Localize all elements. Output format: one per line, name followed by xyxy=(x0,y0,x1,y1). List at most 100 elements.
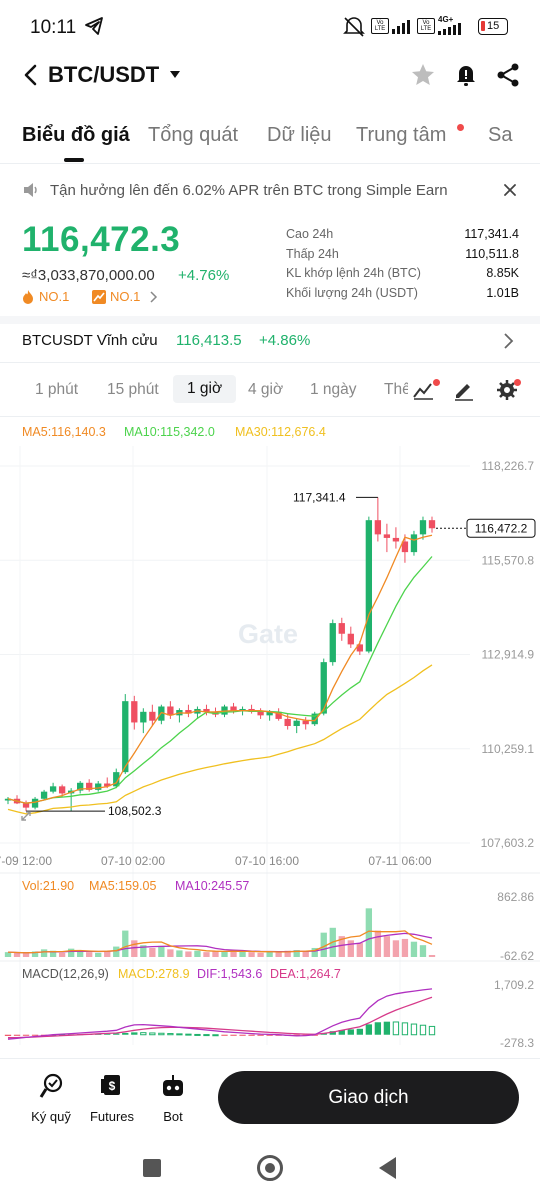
fiat-price: ≈₫3,033,870,000.00 xyxy=(22,267,155,284)
candle-body xyxy=(131,701,138,723)
macd-histogram-bar xyxy=(347,1029,354,1035)
chevron-right-icon[interactable] xyxy=(148,291,158,303)
futures-button[interactable]: $ Futures xyxy=(82,1073,142,1124)
tab-chart[interactable]: Biểu đồ giá xyxy=(22,124,130,147)
trade-button[interactable]: Giao dịch xyxy=(218,1071,519,1124)
back-arrow-icon[interactable] xyxy=(18,60,44,90)
candle-body xyxy=(383,534,391,538)
volume-bar xyxy=(40,949,48,957)
tab-center-badge xyxy=(457,124,464,131)
interval-1m[interactable]: 1 phút xyxy=(35,381,78,399)
volume-bar xyxy=(158,945,165,957)
macd-histogram-bar xyxy=(122,1032,129,1035)
macd-histogram-bar xyxy=(149,1032,156,1036)
volume-axis-label: -62.62 xyxy=(500,949,534,963)
rank-gain-badge[interactable]: NO.1 xyxy=(110,289,140,304)
volume-bar xyxy=(383,936,391,957)
macd-histogram-bar xyxy=(230,1034,237,1036)
bot-button[interactable]: Bot xyxy=(143,1073,203,1124)
macd-histogram-bar xyxy=(167,1033,174,1036)
chevron-down-icon[interactable] xyxy=(169,70,181,80)
volume-bar xyxy=(95,952,102,957)
perpetual-row[interactable]: BTCUSDT Vĩnh cửu 116,413.5 +4.86% xyxy=(0,324,540,362)
tab-more[interactable]: Sa xyxy=(488,124,540,147)
volume-bar xyxy=(221,951,228,957)
status-bar: 10:11 Vo LTE Vo LTE 4G+ 15 xyxy=(0,0,540,56)
tab-data[interactable]: Dữ liệu xyxy=(267,124,332,147)
back-button[interactable] xyxy=(379,1157,396,1179)
volume-bar xyxy=(149,947,156,957)
volume-bar xyxy=(248,952,255,957)
tab-overview[interactable]: Tổng quát xyxy=(148,124,238,147)
candle-body xyxy=(95,783,102,790)
candle-body xyxy=(365,520,373,652)
pair-title[interactable]: BTC/USDT xyxy=(48,62,159,88)
stat-value: 1.01B xyxy=(486,286,519,300)
macd-histogram-bar xyxy=(131,1032,138,1035)
indicator-icon[interactable] xyxy=(411,378,435,402)
volume-bar xyxy=(104,951,111,957)
price-axis-label: 110,259.1 xyxy=(482,742,535,756)
draw-pencil-icon[interactable] xyxy=(452,378,476,402)
chevron-right-icon[interactable] xyxy=(501,332,515,350)
recent-apps-button[interactable] xyxy=(143,1159,161,1177)
perpetual-price: 116,413.5 xyxy=(176,332,242,349)
last-price: 116,472.3 xyxy=(22,220,181,259)
stat-value: 117,341.4 xyxy=(464,227,519,241)
battery-text: 15 xyxy=(487,20,500,32)
candle-body xyxy=(428,520,436,529)
macd-histogram-bar xyxy=(185,1033,192,1036)
margin-button[interactable]: Ký quỹ xyxy=(21,1073,81,1124)
indicator-badge xyxy=(433,379,440,386)
tab-center[interactable]: Trung tâm xyxy=(356,124,446,147)
macd-histogram-bar xyxy=(194,1033,201,1036)
volume-bar xyxy=(122,930,129,957)
share-icon[interactable] xyxy=(495,62,521,88)
alert-bell-icon[interactable] xyxy=(453,62,479,88)
interval-4h[interactable]: 4 giờ xyxy=(248,381,283,399)
macd-histogram-bar xyxy=(4,1034,12,1036)
perpetual-change: +4.86% xyxy=(259,332,311,349)
promo-banner-text[interactable]: Tận hưởng lên đến 6.02% APR trên BTC tro… xyxy=(50,182,448,199)
candle-body xyxy=(410,534,418,553)
stat-value: 8.85K xyxy=(486,266,519,280)
close-icon[interactable] xyxy=(500,180,520,200)
battery-level xyxy=(481,21,485,31)
volume-bar xyxy=(401,938,409,957)
volume-bar xyxy=(176,950,183,957)
macd-histogram-bar xyxy=(221,1034,228,1036)
stat-label: KL khớp lệnh 24h (BTC) xyxy=(286,266,421,280)
candle-body xyxy=(374,520,382,535)
flame-icon xyxy=(23,290,33,304)
star-icon[interactable] xyxy=(410,62,436,88)
volume-bar xyxy=(58,952,66,957)
interval-15m[interactable]: 15 phút xyxy=(107,381,159,399)
macd-histogram-bar xyxy=(13,1034,21,1036)
macd-axis-label: 1,709.2 xyxy=(494,978,534,992)
macd-histogram-bar xyxy=(356,1028,363,1035)
high-price-label: 117,341.4 xyxy=(293,490,346,504)
macd-histogram-bar xyxy=(239,1034,246,1036)
signal-icon-2 xyxy=(438,23,461,35)
time-axis-label: 07-09 12:00 xyxy=(0,854,52,868)
home-button[interactable] xyxy=(257,1155,283,1181)
mute-icon xyxy=(343,17,365,37)
volume-bar xyxy=(392,940,400,957)
macd-histogram-bar xyxy=(419,1024,427,1036)
time-axis-label: 07-11 06:00 xyxy=(368,854,431,868)
interval-1d[interactable]: 1 ngày xyxy=(310,381,357,399)
futures-label: Futures xyxy=(89,1109,135,1124)
rank-hot-badge[interactable]: NO.1 xyxy=(39,289,69,304)
volte-badge: Vo LTE xyxy=(371,18,389,34)
candle-body xyxy=(40,791,48,799)
ma30-legend: MA30:112,676.4 xyxy=(235,425,326,439)
price-axis-label: 107,603.2 xyxy=(481,836,535,850)
macd-histogram-bar xyxy=(392,1021,400,1036)
watermark: Gate xyxy=(238,619,298,649)
vol-ma10-legend: MA10:245.57 xyxy=(175,879,250,893)
volume-bar xyxy=(86,952,93,957)
trend-up-icon xyxy=(92,290,106,304)
interval-1h[interactable]: 1 giờ xyxy=(173,375,237,403)
macd-title-legend: MACD(12,26,9) xyxy=(22,967,109,981)
interval-more[interactable]: Thê xyxy=(384,381,408,399)
